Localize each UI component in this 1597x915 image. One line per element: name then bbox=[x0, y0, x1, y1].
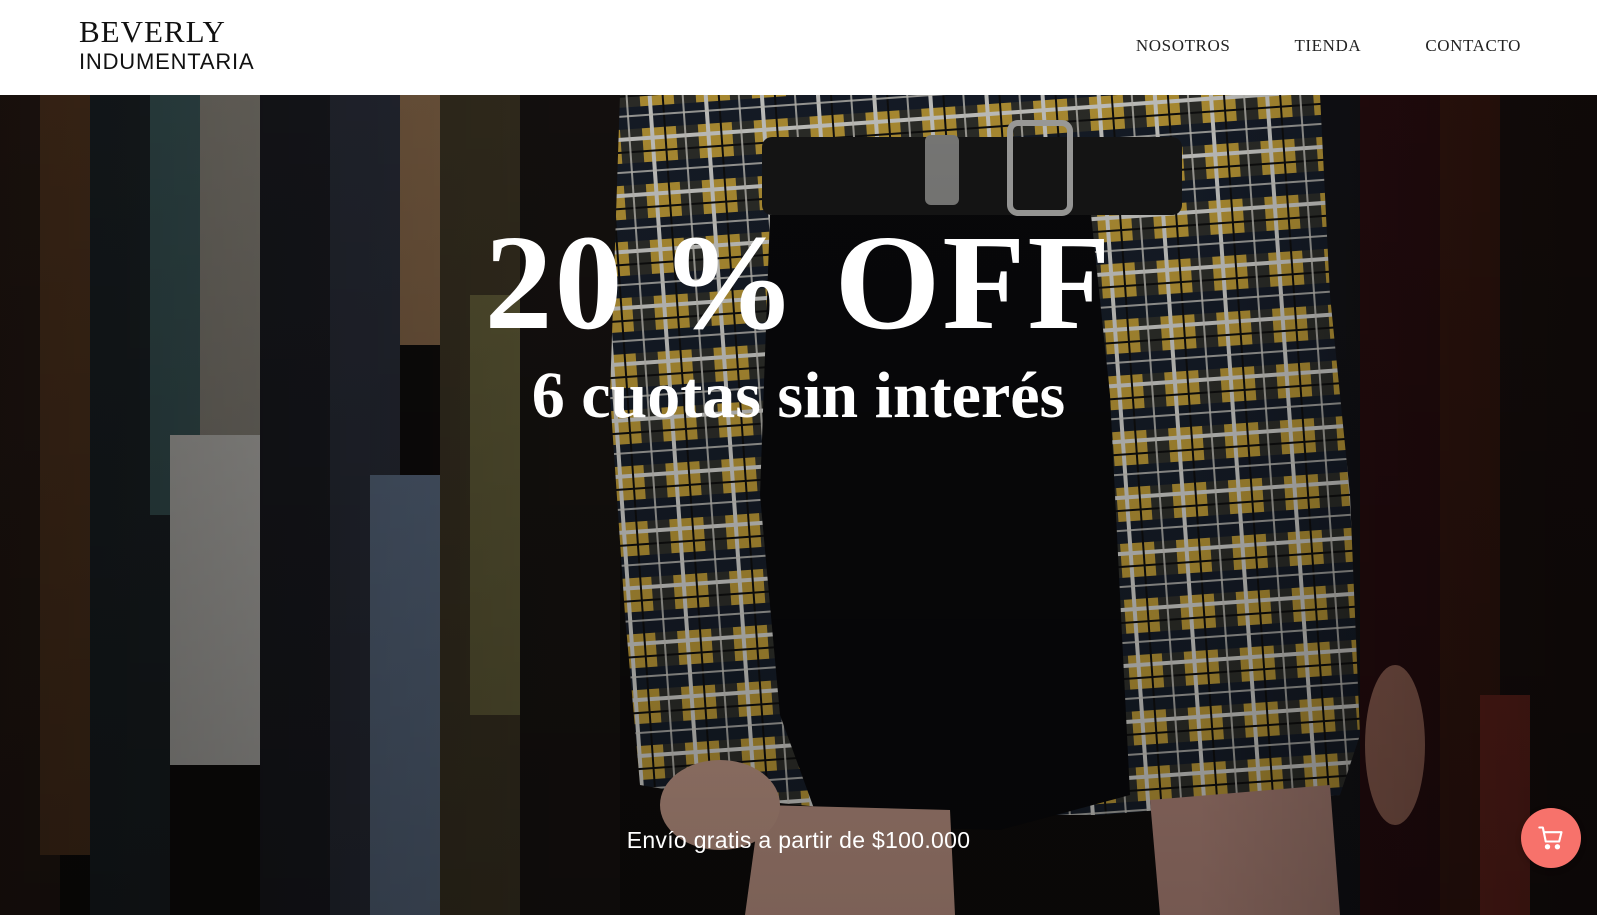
shipping-note: Envío gratis a partir de $100.000 bbox=[626, 827, 971, 853]
nav-item-tienda[interactable]: TIENDA bbox=[1294, 36, 1361, 56]
brand-tagline: INDUMENTARIA bbox=[79, 49, 255, 74]
brand-logo[interactable]: BEVERLY INDUMENTARIA bbox=[79, 16, 254, 73]
promo-title: 20 % OFF bbox=[484, 208, 1113, 358]
hero-banner: 20 % OFF 6 cuotas sin interés Envío grat… bbox=[0, 95, 1597, 915]
brand-name: BEVERLY bbox=[79, 14, 226, 49]
promo-subtitle: 6 cuotas sin interés bbox=[531, 359, 1066, 432]
cart-button[interactable] bbox=[1521, 808, 1581, 868]
page: BEVERLY INDUMENTARIA NOSOTROS TIENDA CON… bbox=[0, 0, 1597, 915]
main-nav: NOSOTROS TIENDA CONTACTO bbox=[1136, 36, 1521, 56]
nav-item-nosotros[interactable]: NOSOTROS bbox=[1136, 36, 1231, 56]
nav-item-contacto[interactable]: CONTACTO bbox=[1425, 36, 1521, 56]
shopping-cart-icon bbox=[1538, 826, 1563, 850]
site-header: BEVERLY INDUMENTARIA NOSOTROS TIENDA CON… bbox=[0, 0, 1597, 95]
